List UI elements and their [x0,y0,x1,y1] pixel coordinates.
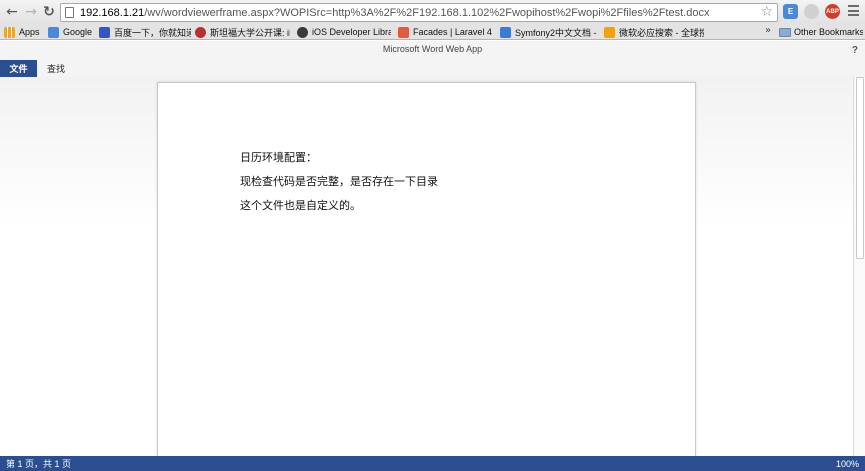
bookmark-google[interactable]: Google [48,26,96,38]
vertical-scrollbar[interactable] [853,77,865,456]
star-icon[interactable]: ☆ [760,4,773,20]
page-icon [65,7,74,18]
bookmark-label: Other Bookmarks [794,27,863,37]
apple-icon [297,26,308,38]
bookmark-bing[interactable]: 微软必应搜索 - 全球搜 [604,26,704,38]
bookmark-apps[interactable]: Apps [4,26,46,38]
tab-find[interactable]: 查找 [37,60,75,77]
status-bar: 第 1 页，共 1 页 100% [0,456,865,471]
more-bookmarks-chevron[interactable]: » [765,25,771,36]
bookmark-stanford[interactable]: 斯坦福大学公开课: iF [195,26,290,38]
google-icon [48,26,59,38]
scrollbar-thumb[interactable] [856,77,864,259]
extension-icon[interactable]: E [783,4,798,19]
document-area: 日历环境配置： 现检查代码是否完整，是否存在一下目录 这个文件也是自定义的。 [0,77,865,456]
document-page: 日历环境配置： 现检查代码是否完整，是否存在一下目录 这个文件也是自定义的。 [157,82,696,456]
bookmark-ios-developer[interactable]: iOS Developer Libra [297,26,391,38]
url-path: /wv/wordviewerframe.aspx?WOPISrc=http%3A… [144,6,710,19]
address-bar[interactable]: 192.168.1.21/wv/wordviewerframe.aspx?WOP… [60,3,778,22]
bookmark-laravel[interactable]: Facades | Laravel 4 [398,26,495,38]
page-count: 第 1 页，共 1 页 [6,459,72,469]
document-paragraph: 现检查代码是否完整，是否存在一下目录 [240,175,438,188]
other-bookmarks[interactable]: Other Bookmarks [779,26,863,38]
bookmark-label: iOS Developer Libra [312,27,391,37]
bookmark-label: 斯坦福大学公开课: iF [210,27,290,38]
extension-icon[interactable] [804,4,819,19]
folder-icon [779,27,791,37]
bookmark-baidu[interactable]: 百度一下，你就知道 [99,26,191,38]
ribbon: 文件 查找 [0,60,865,77]
hamburger-menu-icon[interactable] [848,5,859,16]
app-title-bar: Microsoft Word Web App ? [0,41,865,60]
zoom-level[interactable]: 100% [836,459,859,469]
tab-file[interactable]: 文件 [0,60,37,77]
bookmark-symfony[interactable]: Symfony2中文文档 - [500,26,600,38]
back-arrow-icon[interactable]: ← [3,2,21,22]
bookmark-label: Apps [19,27,40,37]
help-button[interactable]: ? [852,42,858,59]
forward-arrow-icon[interactable]: → [22,2,40,22]
bookmark-label: 微软必应搜索 - 全球搜 [619,27,704,38]
bookmark-label: 百度一下，你就知道 [114,27,191,38]
app-title: Microsoft Word Web App [382,44,483,54]
browser-toolbar: ← → ↻ 192.168.1.21/wv/wordviewerframe.as… [0,0,865,24]
bookmarks-bar: Apps Google 百度一下，你就知道 斯坦福大学公开课: iF iOS D… [0,24,865,40]
bookmark-label: Google [63,27,93,37]
bing-icon [604,26,615,38]
bookmark-label: Facades | Laravel 4 [413,27,492,37]
symfony-doc-icon [500,26,511,38]
document-paragraph: 这个文件也是自定义的。 [240,199,361,212]
stanford-icon [195,26,206,38]
reload-icon[interactable]: ↻ [40,2,58,22]
document-paragraph: 日历环境配置： [240,151,317,164]
bookmark-label: Symfony2中文文档 - [515,27,597,38]
laravel-icon [398,26,409,38]
apps-grid-icon [4,26,15,38]
adblock-plus-icon[interactable]: ABP [825,4,840,19]
url-host: 192.168.1.21 [80,6,145,19]
baidu-icon [99,26,110,38]
